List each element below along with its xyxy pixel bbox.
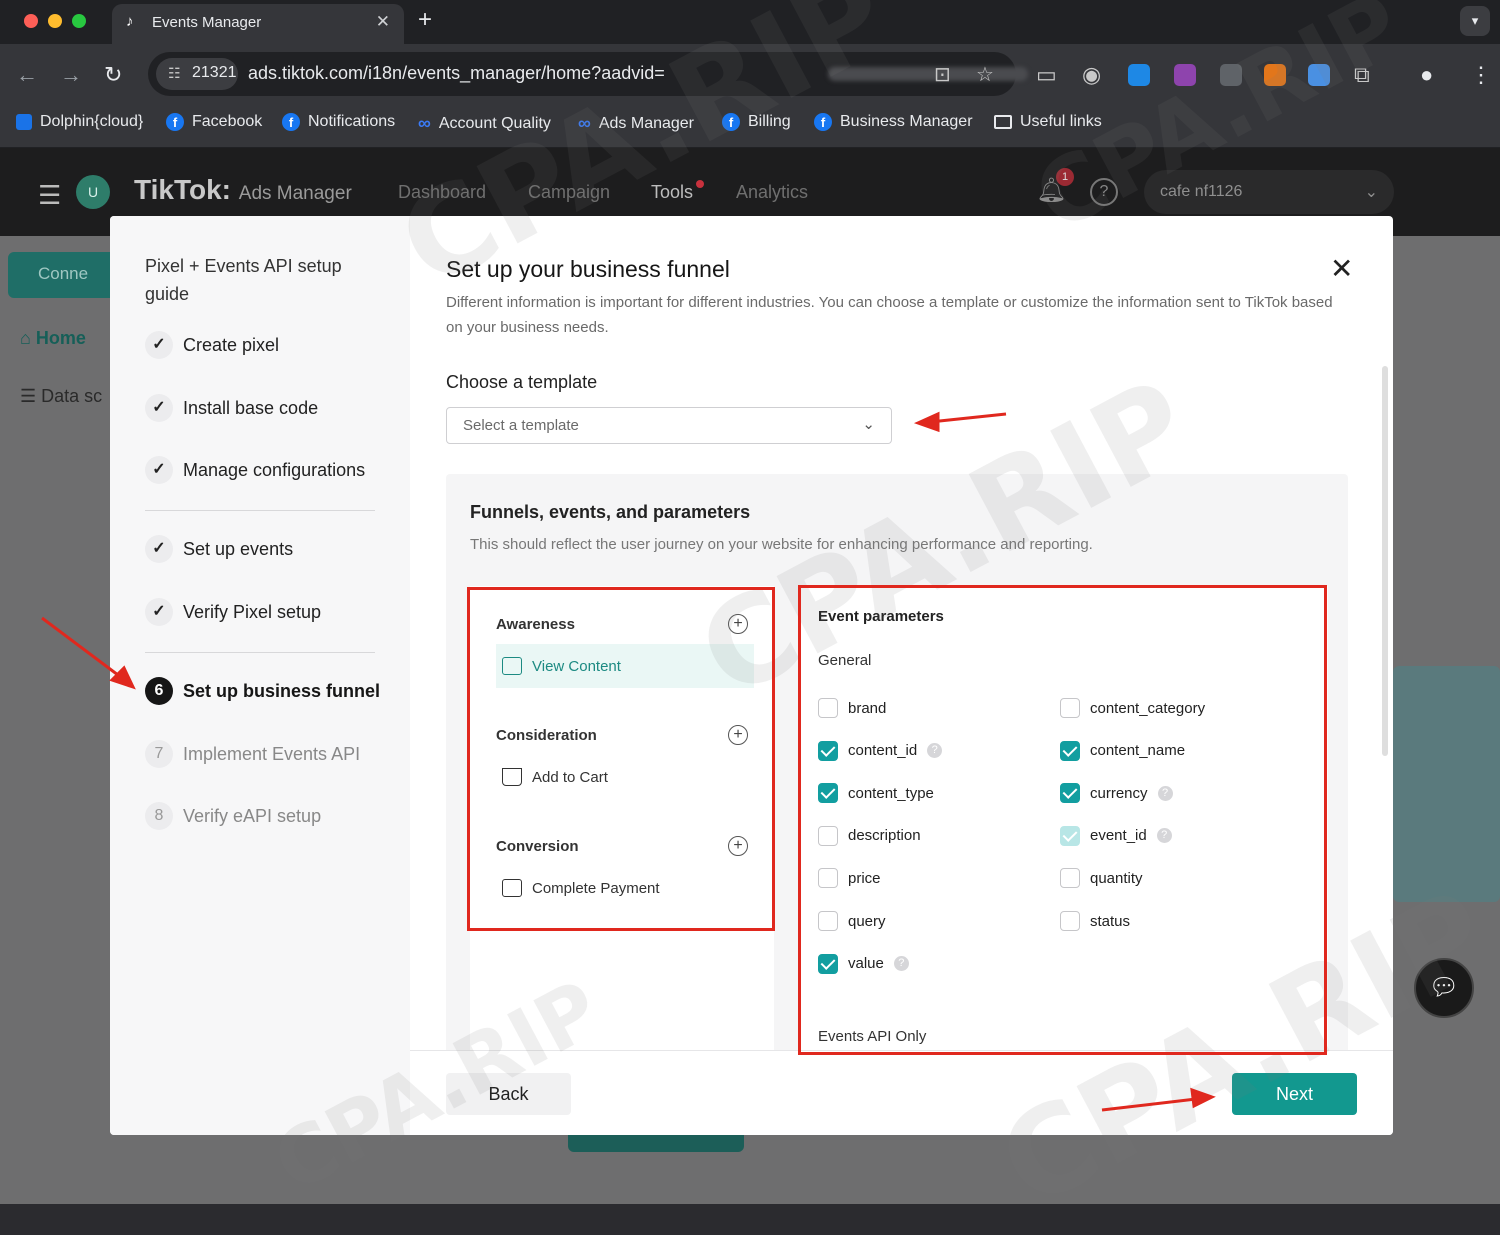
arrow-next-head [1190, 1087, 1216, 1109]
arrow-next [1101, 1097, 1197, 1112]
arrow-template-head [913, 411, 940, 433]
arrow-step [41, 616, 123, 680]
arrow-step-head [109, 665, 136, 690]
annotation-arrows [41, 411, 1216, 1112]
arrow-template [929, 412, 1007, 424]
